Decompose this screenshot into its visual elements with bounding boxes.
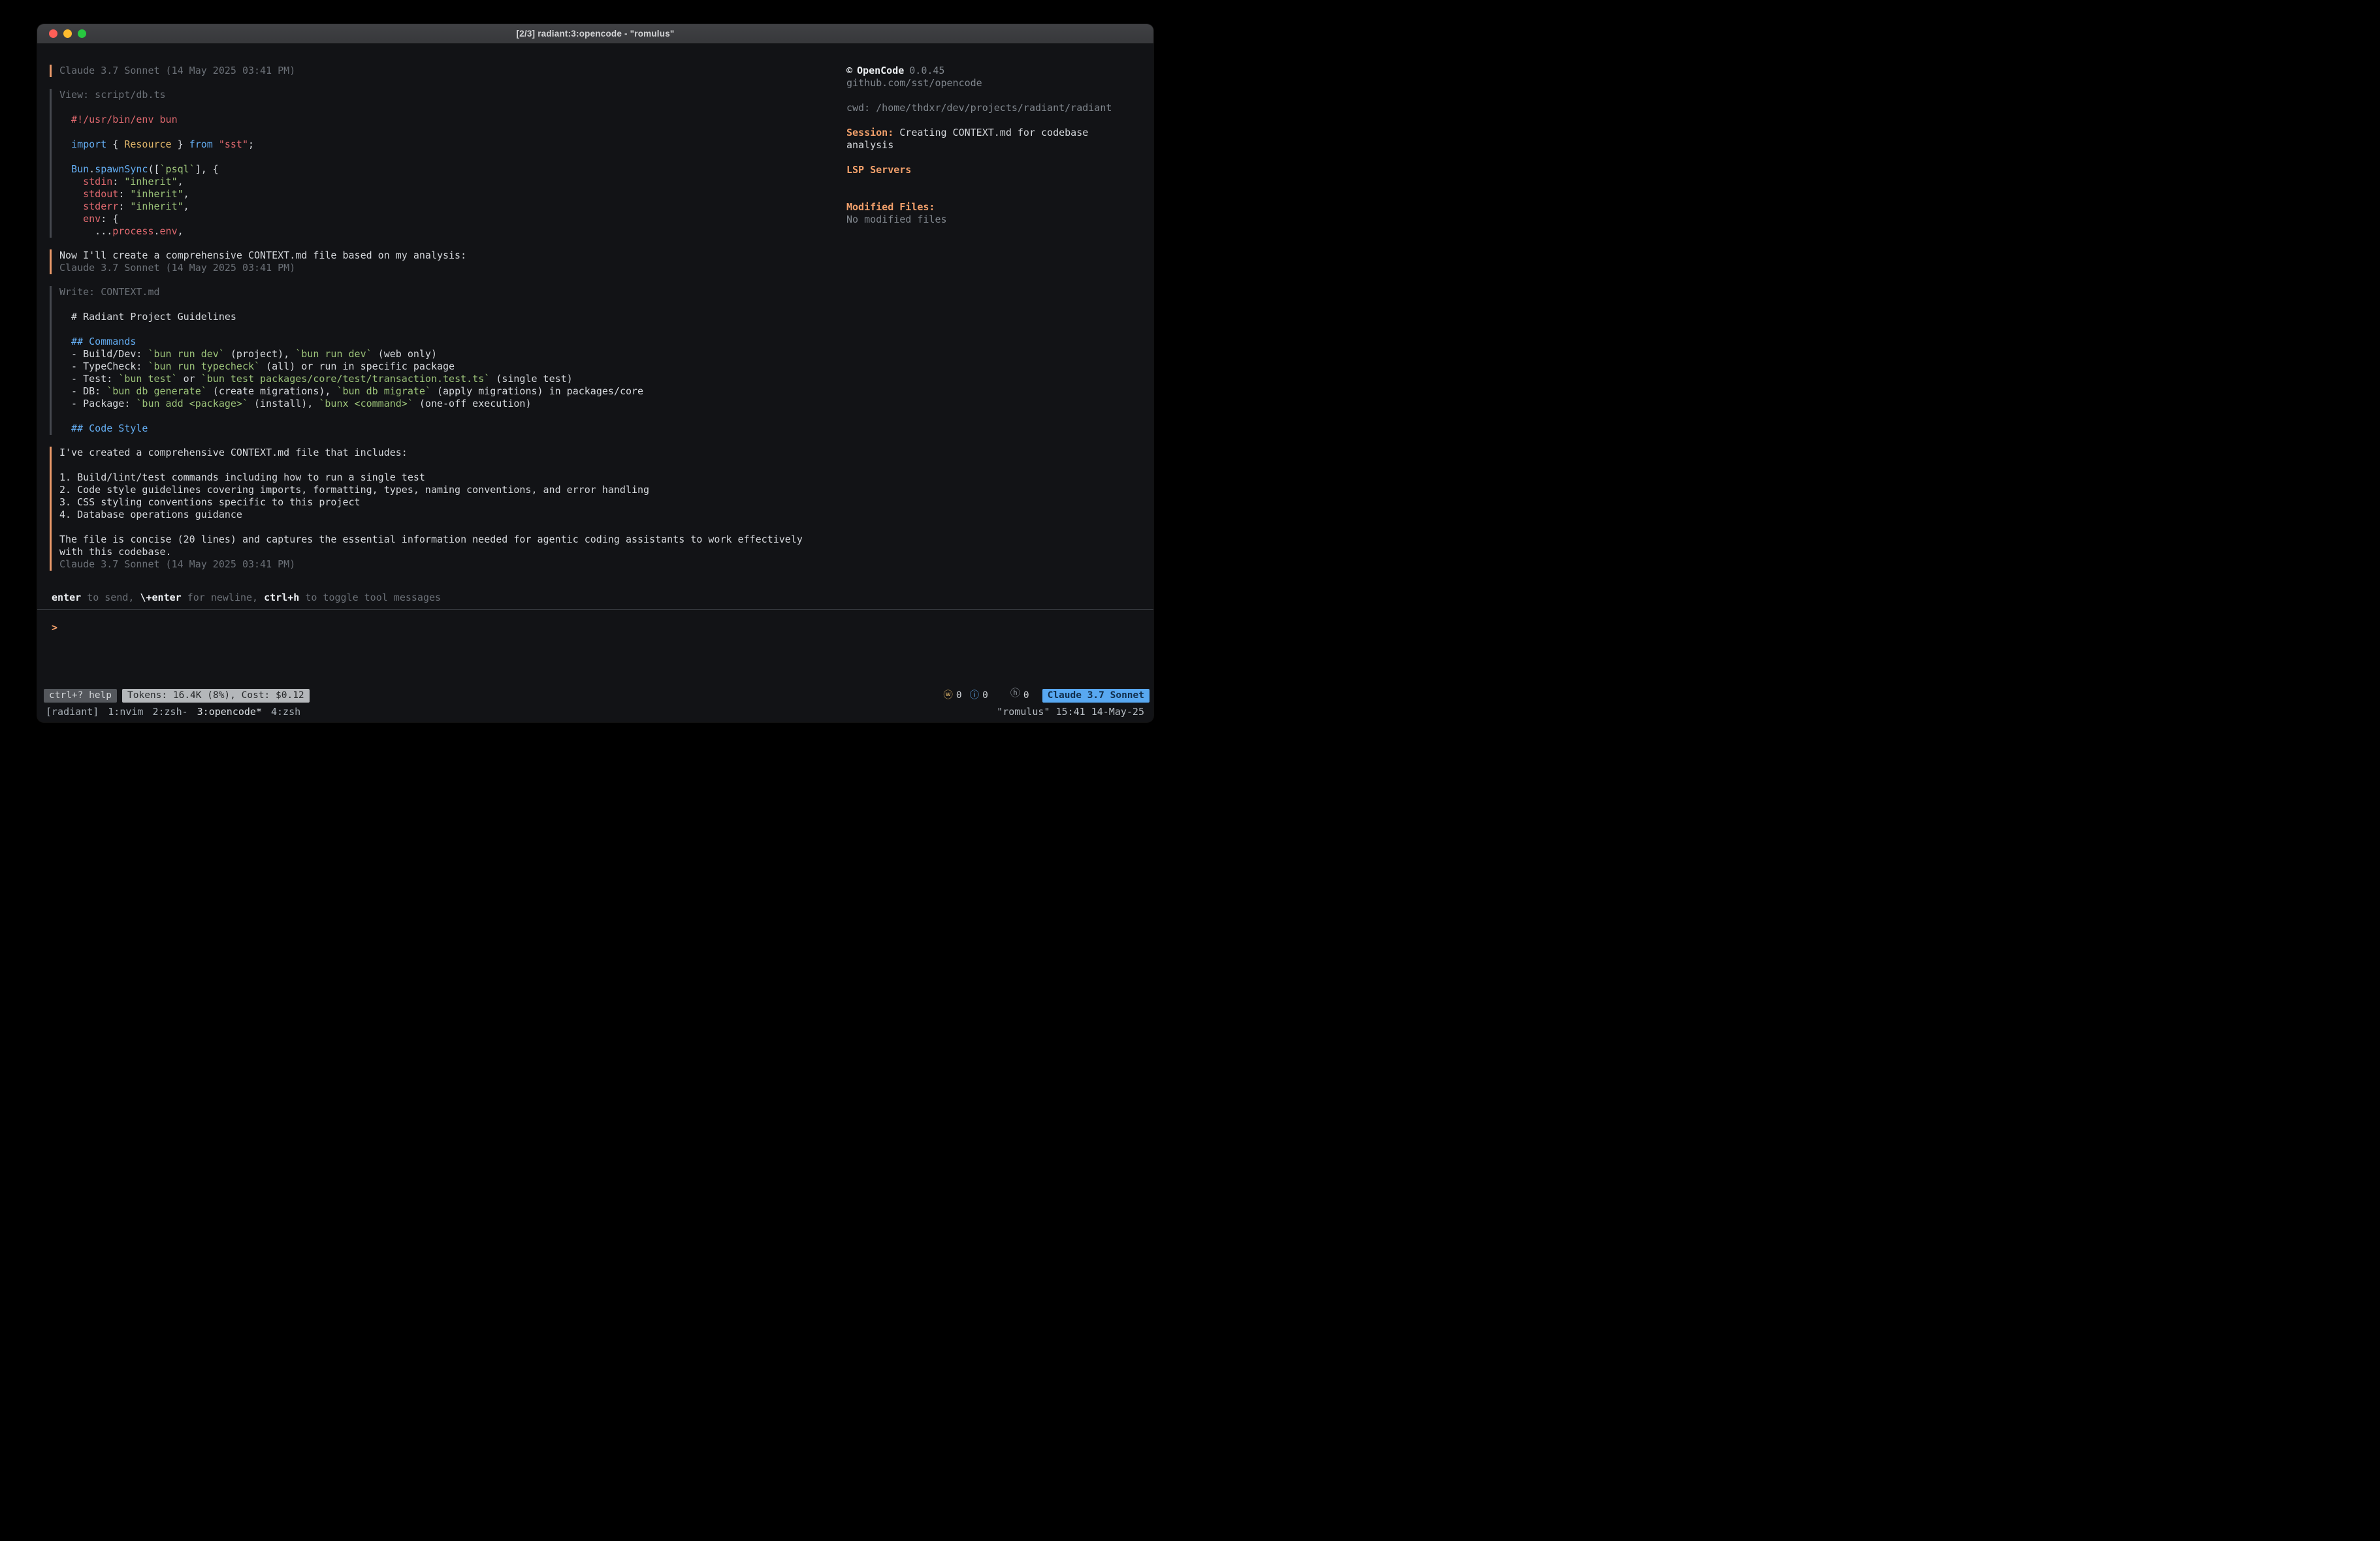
- terminal-window: [2/3] radiant:3:opencode - "romulus" Cla…: [37, 24, 1153, 722]
- status-bar: ctrl+? help Tokens: 16.4K (8%), Cost: $0…: [37, 687, 1153, 705]
- write-code-block: # Radiant Project Guidelines ## Commands…: [59, 311, 846, 435]
- tmux-window-1[interactable]: 1:nvim: [108, 706, 143, 718]
- session-line: Session: Creating CONTEXT.md for codebas…: [846, 127, 1138, 151]
- message-header: Claude 3.7 Sonnet (14 May 2025 03:41 PM): [59, 262, 846, 274]
- info-sidebar: ©OpenCode0.0.45 github.com/sst/opencode …: [846, 65, 1153, 592]
- tool-write-title: Write: CONTEXT.md: [59, 286, 846, 298]
- message-header: Claude 3.7 Sonnet (14 May 2025 03:41 PM): [59, 65, 846, 77]
- app-title-line: © OpenCode 0.0.45: [846, 65, 1138, 77]
- modified-files-empty: No modified files: [846, 214, 1138, 226]
- assistant-summary-block: I've created a comprehensive CONTEXT.md …: [50, 447, 846, 571]
- zoom-button[interactable]: [78, 29, 86, 38]
- tool-write-block: Write: CONTEXT.md # Radiant Project Guid…: [50, 286, 846, 435]
- tmux-window-4[interactable]: 4:zsh: [271, 706, 300, 718]
- hint-icon: ⓗ: [1010, 687, 1020, 699]
- tmux-session-name: [radiant]: [46, 706, 99, 718]
- tool-view-block: View: script/db.ts #!/usr/bin/env bun im…: [50, 89, 846, 238]
- content-row: Claude 3.7 Sonnet (14 May 2025 03:41 PM)…: [37, 44, 1153, 592]
- modified-files-title: Modified Files:: [846, 201, 1138, 214]
- window-titlebar: [2/3] radiant:3:opencode - "romulus": [37, 24, 1153, 44]
- warning-icon: ⓦ: [943, 689, 953, 703]
- traffic-lights: [49, 29, 86, 38]
- prompt-symbol: >: [52, 622, 57, 633]
- minimize-button[interactable]: [63, 29, 72, 38]
- prompt-input[interactable]: >: [37, 610, 1153, 687]
- summary-text: I've created a comprehensive CONTEXT.md …: [59, 447, 846, 571]
- help-chip: ctrl+? help: [44, 689, 117, 703]
- app-version: 0.0.45: [909, 65, 944, 76]
- info-counter: ⓘ 0: [970, 689, 988, 703]
- cwd-line: cwd: /home/thdxr/dev/projects/radiant/ra…: [846, 102, 1138, 114]
- session-label: Session:: [846, 127, 893, 138]
- app-name: OpenCode: [857, 65, 904, 76]
- keybind-hint: enter to send, \+enter for newline, ctrl…: [52, 592, 1153, 604]
- assistant-message-block: Now I'll create a comprehensive CONTEXT.…: [50, 249, 846, 274]
- tmux-window-3-active[interactable]: 3:opencode*: [197, 706, 262, 718]
- assistant-message-header-block: Claude 3.7 Sonnet (14 May 2025 03:41 PM): [50, 65, 846, 77]
- message-text: Now I'll create a comprehensive CONTEXT.…: [59, 249, 846, 262]
- hint-count: 0: [1023, 689, 1029, 703]
- view-code-block: #!/usr/bin/env bun import { Resource } f…: [59, 114, 846, 238]
- tmux-right-status: "romulus" 15:41 14-May-25: [997, 706, 1144, 718]
- warnings-counter: ⓦ 0: [943, 689, 961, 703]
- lsp-servers-title: LSP Servers: [846, 164, 1138, 176]
- hints-counter: ⓗ 0: [996, 687, 1029, 705]
- tmux-window-2[interactable]: 2:zsh-: [152, 706, 187, 718]
- window-title: [2/3] radiant:3:opencode - "romulus": [37, 29, 1153, 39]
- warning-count: 0: [956, 689, 962, 703]
- chat-pane[interactable]: Claude 3.7 Sonnet (14 May 2025 03:41 PM)…: [50, 65, 846, 592]
- info-count: 0: [982, 689, 988, 703]
- close-button[interactable]: [49, 29, 57, 38]
- diagnostics-group: ⓦ 0 ⓘ 0 ⓗ 0: [943, 687, 1029, 705]
- tool-view-title: View: script/db.ts: [59, 89, 846, 101]
- copyright-icon: ©: [846, 65, 852, 76]
- repo-url: github.com/sst/opencode: [846, 77, 1138, 89]
- info-icon: ⓘ: [970, 689, 980, 703]
- tokens-cost-chip: Tokens: 16.4K (8%), Cost: $0.12: [122, 689, 310, 703]
- model-chip: Claude 3.7 Sonnet: [1042, 689, 1150, 703]
- tmux-status-bar: [radiant] 1:nvim 2:zsh- 3:opencode* 4:zs…: [37, 705, 1153, 722]
